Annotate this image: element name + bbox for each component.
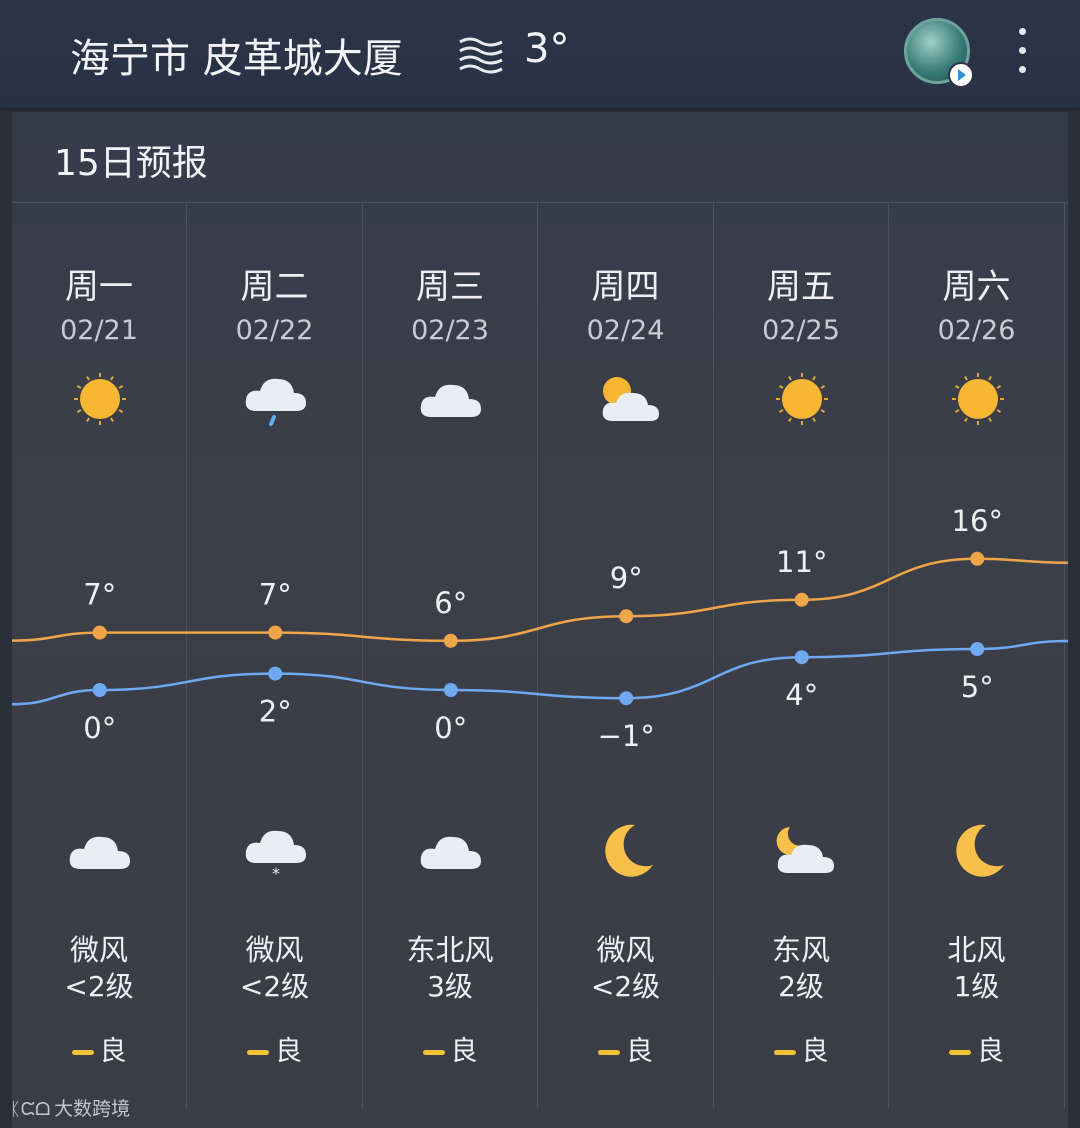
aqi-indicator	[949, 1050, 971, 1055]
wind-level: 1级	[953, 970, 1000, 1003]
sun-icon	[64, 363, 136, 435]
date-label: 02/22	[235, 315, 314, 346]
forecast-day-column[interactable]: 周一 02/21 微风 <2级 良	[12, 203, 187, 1108]
forecast-day-column[interactable]: 周三 02/23 东北风 3级 良	[363, 203, 538, 1108]
panel-title: 15日预报	[54, 143, 208, 184]
date-label: 02/23	[411, 315, 489, 346]
aqi-indicator	[773, 1050, 796, 1055]
wind-direction: 北风	[947, 933, 1006, 967]
aqi-label: 良	[977, 1036, 1004, 1067]
date-label: 02/21	[60, 315, 138, 346]
cloud-icon	[64, 815, 136, 887]
svg-text:*: *	[272, 864, 280, 883]
forecast-day-column[interactable]: 周六 02/26 北风 1级 良	[890, 203, 1065, 1108]
forecast-day-column[interactable]: 周二 02/22 * 微风 <2级 良	[188, 203, 363, 1108]
aqi-label: 良	[801, 1036, 829, 1067]
aqi-indicator	[71, 1050, 94, 1055]
cloud-icon	[415, 815, 487, 887]
aqi-label: 良	[275, 1036, 302, 1067]
forecast-day-column[interactable]: 周五 02/25 东风 2级 良	[714, 203, 889, 1108]
aqi-indicator	[247, 1050, 269, 1055]
more-vertical-icon[interactable]	[1012, 28, 1032, 78]
rain-cloud-icon	[240, 363, 312, 435]
wind-level: <2级	[239, 970, 310, 1003]
air-quality: 良	[188, 1029, 362, 1068]
wind-direction: 微风	[245, 933, 304, 967]
snow-cloud-icon: *	[240, 815, 312, 887]
moon-cloud-icon	[766, 815, 838, 887]
wind-level: <2级	[64, 970, 134, 1003]
partly-sunny-icon	[591, 363, 663, 435]
weekday-label: 周三	[416, 267, 484, 307]
play-badge-icon	[948, 62, 974, 88]
sun-icon	[766, 363, 838, 435]
weekday-label: 周一	[65, 267, 133, 307]
weekday-label: 周六	[942, 267, 1011, 307]
moon-icon	[942, 815, 1014, 887]
moon-icon	[591, 815, 663, 887]
wind-level: 2级	[778, 970, 824, 1003]
date-label: 02/26	[937, 315, 1016, 346]
watermark-text: 大数跨境	[54, 1098, 131, 1120]
wind-direction: 微风	[596, 933, 655, 967]
aqi-label: 良	[450, 1036, 478, 1067]
sun-icon	[942, 363, 1014, 435]
watermark: ᛕᙅᗝ 大数跨境	[10, 1094, 130, 1121]
cloud-icon	[415, 363, 487, 435]
wind-direction: 微风	[69, 933, 128, 967]
wind-level: <2级	[590, 970, 661, 1003]
location-title[interactable]: 海宁市 皮革城大厦	[70, 26, 403, 84]
aqi-label: 良	[626, 1036, 653, 1067]
air-quality: 良	[539, 1029, 713, 1068]
air-quality: 良	[714, 1029, 888, 1068]
wind-direction: 东北风	[406, 933, 494, 967]
wind-direction: 东风	[771, 933, 830, 967]
air-quality: 良	[12, 1029, 186, 1068]
aqi-label: 良	[99, 1036, 127, 1067]
forecast-day-column[interactable]: 周四 02/24 微风 <2级 良	[539, 203, 714, 1108]
date-label: 02/24	[586, 315, 665, 346]
weekday-label: 周二	[240, 267, 309, 307]
forecast-columns: 周一 02/21 微风 <2级 良 周二 02/22 * 微风 <2级 良 周三…	[12, 203, 1068, 1108]
air-quality: 良	[890, 1029, 1064, 1068]
weekday-label: 周五	[767, 267, 835, 307]
aqi-indicator	[598, 1050, 620, 1055]
weekday-label: 周四	[591, 267, 660, 307]
wind-waves-icon	[459, 37, 503, 74]
air-quality: 良	[363, 1029, 537, 1068]
date-label: 02/25	[762, 315, 840, 346]
aqi-indicator	[422, 1050, 445, 1055]
wind-level: 3级	[427, 970, 473, 1003]
watermark-logo: ᛕᙅᗝ	[10, 1099, 51, 1120]
current-temperature: 3°	[524, 26, 570, 72]
